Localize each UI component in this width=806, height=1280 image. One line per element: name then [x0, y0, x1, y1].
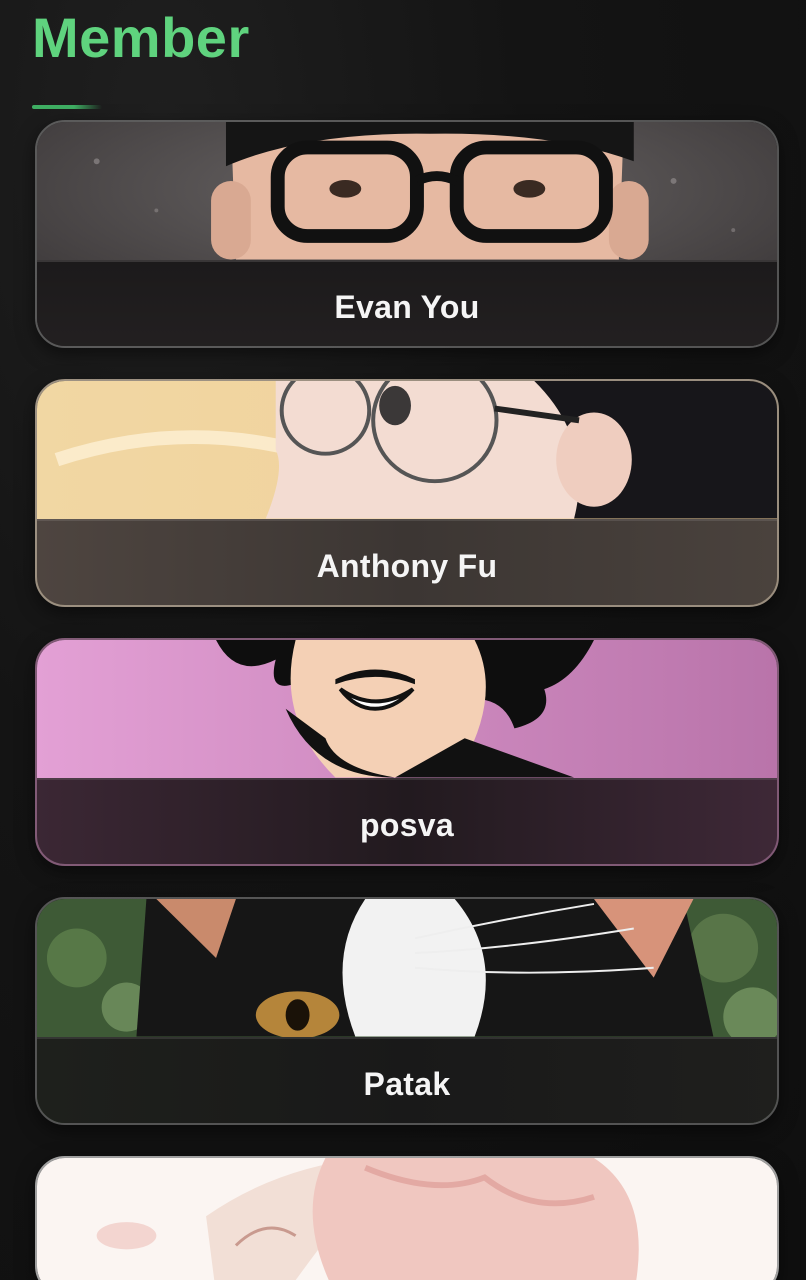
member-name-bar: Patak [37, 1037, 777, 1123]
member-card-posva[interactable]: posva [35, 638, 779, 866]
member-list: Evan You Anthony Fu posva Patak [35, 120, 779, 1280]
member-name: posva [360, 806, 454, 843]
anime-pink-hair-portrait-icon [37, 1158, 777, 1280]
member-name: Anthony Fu [316, 547, 498, 584]
member-card-evan-you[interactable]: Evan You [35, 120, 779, 348]
section-title: Member [32, 6, 250, 69]
member-name: Evan You [334, 288, 480, 325]
member-card-patak[interactable]: Patak [35, 897, 779, 1125]
member-name-bar: posva [37, 778, 777, 864]
member-page: Member Evan You Anthony Fu posva Patak [0, 0, 806, 1280]
member-name-bar: Anthony Fu [37, 519, 777, 605]
member-name: Patak [363, 1065, 451, 1102]
member-name-bar: Evan You [37, 260, 777, 346]
member-card-anthony-fu[interactable]: Anthony Fu [35, 379, 779, 607]
member-card-partial[interactable] [35, 1156, 779, 1280]
title-underline [32, 105, 102, 109]
